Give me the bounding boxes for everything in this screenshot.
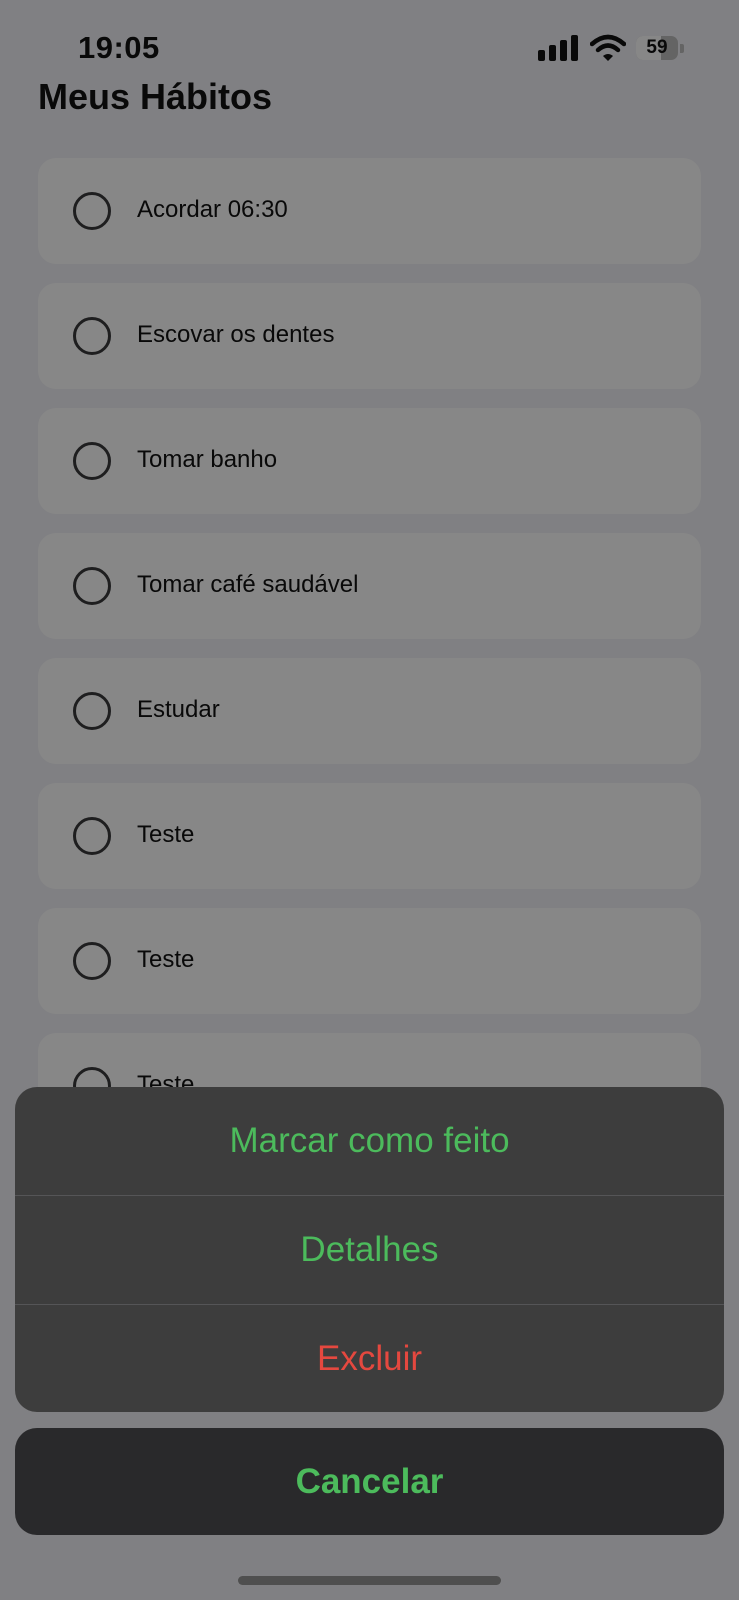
mark-done-button[interactable]: Marcar como feito [15,1087,724,1195]
home-indicator[interactable] [238,1576,501,1585]
details-button[interactable]: Detalhes [15,1195,724,1304]
delete-button[interactable]: Excluir [15,1304,724,1412]
action-sheet: Marcar como feito Detalhes Excluir [15,1087,724,1412]
cancel-button[interactable]: Cancelar [15,1428,724,1535]
